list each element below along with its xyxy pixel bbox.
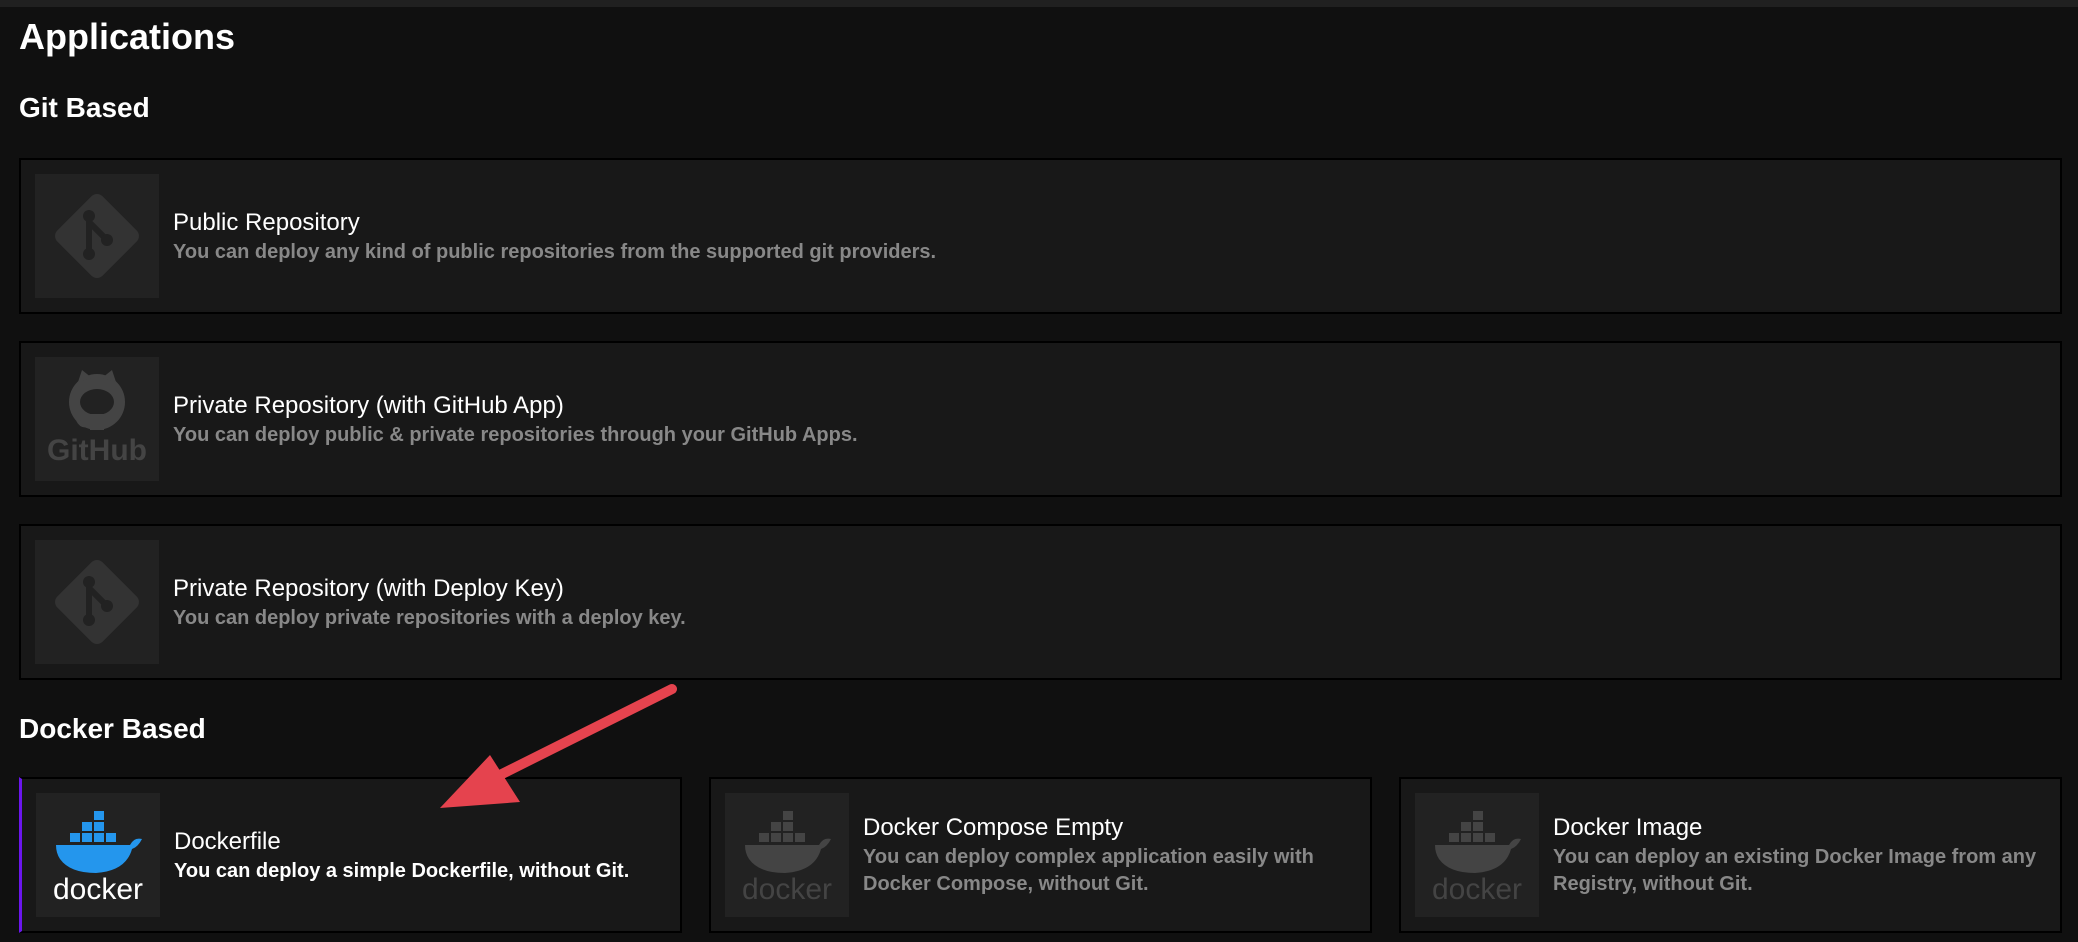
git-icon [35, 540, 159, 664]
card-title: Dockerfile [174, 827, 281, 855]
card-docker-image[interactable]: docker Docker Image You can deploy an ex… [1399, 777, 2062, 933]
page-title: Applications [19, 16, 236, 57]
github-icon: GitHub [35, 357, 159, 481]
docker-icon: docker [725, 793, 849, 917]
docker-wordmark: docker [53, 873, 143, 906]
card-text: Docker Compose Empty You can deploy comp… [863, 779, 1356, 931]
card-description: You can deploy public & private reposito… [173, 423, 858, 446]
card-text: Public Repository You can deploy any kin… [173, 160, 2046, 312]
card-title: Private Repository (with Deploy Key) [173, 574, 564, 602]
card-title: Docker Image [1553, 814, 1703, 841]
docker-icon: docker [36, 793, 160, 917]
docker-wordmark: docker [1432, 873, 1522, 906]
card-dockerfile[interactable]: docker Dockerfile You can deploy a simpl… [19, 777, 682, 933]
card-text: Private Repository (with Deploy Key) You… [173, 526, 2046, 678]
card-private-repository-github-app[interactable]: GitHub Private Repository (with GitHub A… [19, 341, 2062, 497]
card-private-repository-deploy-key[interactable]: Private Repository (with Deploy Key) You… [19, 524, 2062, 680]
card-title: Public Repository [173, 208, 360, 236]
card-text: Docker Image You can deploy an existing … [1553, 779, 2046, 931]
top-strip [0, 0, 2078, 7]
card-title: Private Repository (with GitHub App) [173, 391, 564, 419]
card-text: Dockerfile You can deploy a simple Docke… [174, 779, 666, 931]
card-description: You can deploy an existing Docker Image … [1553, 846, 2037, 895]
card-public-repository[interactable]: Public Repository You can deploy any kin… [19, 158, 2062, 314]
section-title-git: Git Based [19, 92, 150, 123]
card-description: You can deploy complex application easil… [863, 846, 1314, 895]
card-description: You can deploy a simple Dockerfile, with… [174, 859, 630, 882]
card-title: Docker Compose Empty [863, 814, 1124, 841]
github-wordmark: GitHub [47, 434, 147, 467]
docker-icon: docker [1415, 793, 1539, 917]
card-description: You can deploy any kind of public reposi… [173, 240, 937, 263]
git-icon [35, 174, 159, 298]
card-docker-compose-empty[interactable]: docker Docker Compose Empty You can depl… [709, 777, 1372, 933]
card-text: Private Repository (with GitHub App) You… [173, 343, 2046, 495]
card-description: You can deploy private repositories with… [173, 606, 686, 629]
section-title-docker: Docker Based [19, 713, 206, 744]
docker-wordmark: docker [742, 873, 832, 906]
